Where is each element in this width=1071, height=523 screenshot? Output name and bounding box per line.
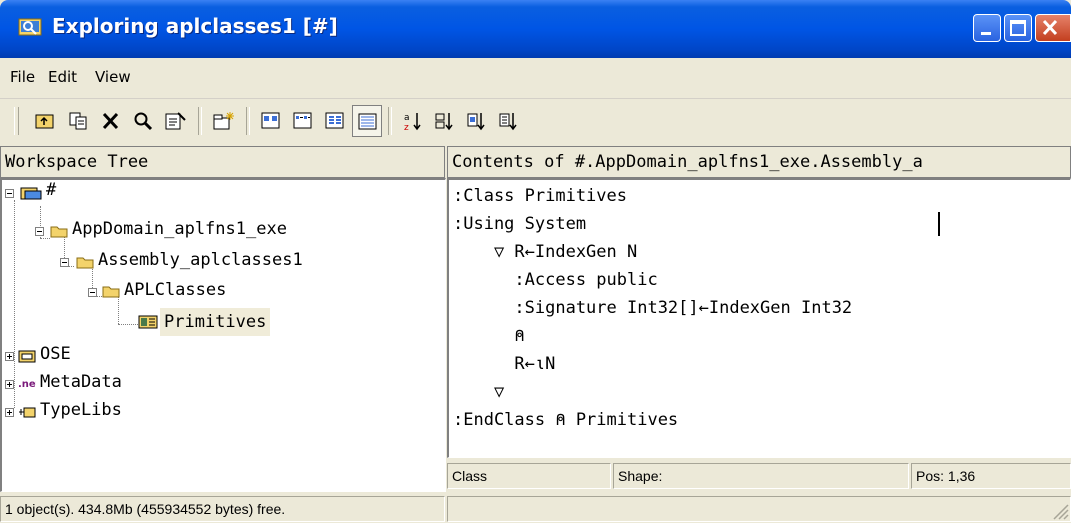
- folder-icon: [76, 257, 94, 269]
- code-line[interactable]: ▽: [453, 378, 504, 406]
- status-panel: [447, 496, 1071, 522]
- tree-node-ose[interactable]: OSE: [40, 340, 71, 368]
- net-icon: .net: [18, 379, 36, 390]
- workspace-tree-header[interactable]: Workspace Tree: [0, 146, 445, 178]
- find-button[interactable]: [128, 105, 158, 137]
- delete-icon: [102, 112, 119, 130]
- tree-connector: [40, 238, 50, 239]
- sort-by-size-icon: [467, 113, 485, 131]
- find-icon: [134, 112, 153, 131]
- toolbar: az: [0, 99, 1071, 145]
- code-line[interactable]: ⍝: [453, 322, 524, 350]
- properties-icon: [165, 112, 186, 130]
- tree-node-root[interactable]: #: [46, 180, 56, 204]
- details-view-icon: [358, 113, 377, 130]
- sort-by-date-button[interactable]: [494, 105, 524, 137]
- properties-button[interactable]: [160, 105, 190, 137]
- tree-collapse-toggle[interactable]: [88, 288, 97, 297]
- ose-icon: [18, 350, 36, 363]
- toolbar-separator: [246, 107, 250, 135]
- code-editor[interactable]: :Class Primitives :Using System ▽ R←Inde…: [447, 178, 1071, 458]
- up-one-level-button[interactable]: [30, 105, 60, 137]
- toolbar-separator: [198, 107, 202, 135]
- resize-grip-icon[interactable]: [1051, 502, 1069, 520]
- code-line[interactable]: :Signature Int32[]←IndexGen Int32: [453, 294, 852, 322]
- status-free-memory: 1 object(s). 434.8Mb (455934552 bytes) f…: [0, 496, 445, 522]
- code-line[interactable]: :Access public: [453, 266, 657, 294]
- minimize-button[interactable]: [973, 14, 1001, 42]
- tree-node-aplclasses[interactable]: APLClasses: [124, 276, 226, 304]
- class-type-field: Class: [447, 463, 611, 489]
- tree-node-appdomain[interactable]: AppDomain_aplfns1_exe: [72, 215, 287, 243]
- class-icon: [138, 315, 158, 329]
- svg-text:.net: .net: [18, 379, 36, 390]
- code-line[interactable]: ▽ R←IndexGen N: [453, 238, 637, 266]
- new-button[interactable]: [208, 105, 238, 137]
- tree-collapse-toggle[interactable]: [60, 258, 69, 267]
- contents-header[interactable]: Contents of #.AppDomain_aplfns1_exe.Asse…: [447, 146, 1071, 178]
- sort-by-size-button[interactable]: [462, 105, 492, 137]
- tree-collapse-toggle[interactable]: [5, 189, 14, 198]
- tree-connector: [118, 296, 119, 324]
- tree-node-typelibs[interactable]: TypeLibs: [40, 396, 122, 424]
- menu-view[interactable]: View: [95, 68, 131, 86]
- explorer-app-icon: [18, 18, 42, 36]
- toolbar-separator: [388, 107, 392, 135]
- menu-bar: File Edit View: [0, 58, 1071, 99]
- code-line[interactable]: R←⍳N: [453, 350, 555, 378]
- window-title: Exploring aplclasses1 [#]: [52, 14, 338, 38]
- typelib-icon: [19, 407, 36, 418]
- workspace-icon: [20, 187, 42, 200]
- tree-node-metadata[interactable]: MetaData: [40, 368, 122, 396]
- close-button[interactable]: [1035, 14, 1071, 42]
- code-line[interactable]: :Class Primitives: [453, 182, 627, 210]
- close-icon: [1042, 19, 1058, 36]
- tree-expand-toggle[interactable]: [5, 352, 14, 361]
- workspace-tree[interactable]: # AppDomain_aplfns1_exe Assembly_aplclas…: [0, 178, 446, 492]
- large-icons-icon: [261, 112, 280, 129]
- tree-expand-toggle[interactable]: [5, 380, 14, 389]
- tree-node-assembly[interactable]: Assembly_aplclasses1: [98, 246, 303, 274]
- menu-edit[interactable]: Edit: [48, 68, 77, 86]
- shape-field: Shape:: [613, 463, 909, 489]
- tree-connector: [14, 200, 15, 408]
- toolbar-grip[interactable]: [14, 107, 19, 135]
- tree-collapse-toggle[interactable]: [35, 227, 44, 236]
- text-cursor: [938, 212, 940, 236]
- details-view-button[interactable]: [352, 105, 382, 137]
- status-bar: 1 object(s). 434.8Mb (455934552 bytes) f…: [0, 494, 1071, 523]
- minimize-icon: [981, 32, 991, 35]
- copy-button[interactable]: [64, 105, 94, 137]
- folder-icon: [102, 286, 120, 298]
- maximize-button[interactable]: [1004, 14, 1032, 42]
- up-one-level-icon: [35, 114, 54, 129]
- sort-by-type-button[interactable]: [430, 105, 460, 137]
- sort-by-type-icon: [435, 113, 453, 131]
- code-line[interactable]: :Using System: [453, 210, 586, 238]
- svg-text:z: z: [404, 123, 409, 133]
- sort-by-date-icon: [499, 113, 517, 131]
- tree-node-primitives[interactable]: Primitives: [160, 308, 271, 336]
- title-bar[interactable]: Exploring aplclasses1 [#]: [0, 0, 1071, 58]
- folder-icon: [50, 226, 68, 238]
- list-view-button[interactable]: [320, 105, 350, 137]
- editor-status-row: Class Shape: Pos: 1,36: [447, 460, 1071, 492]
- tree-connector: [118, 324, 138, 325]
- position-field: Pos: 1,36: [911, 463, 1071, 489]
- tree-expand-toggle[interactable]: [5, 408, 14, 417]
- large-icons-button[interactable]: [256, 105, 286, 137]
- sort-by-name-button[interactable]: az: [398, 105, 428, 137]
- small-icons-button[interactable]: [288, 105, 318, 137]
- menu-file[interactable]: File: [10, 68, 35, 86]
- code-line[interactable]: :EndClass ⍝ Primitives: [453, 406, 678, 434]
- delete-button[interactable]: [96, 105, 126, 137]
- new-icon: [213, 112, 234, 130]
- copy-icon: [69, 112, 87, 130]
- svg-text:a: a: [404, 113, 410, 123]
- list-view-icon: [325, 112, 344, 129]
- small-icons-icon: [293, 112, 312, 129]
- sort-by-name-icon: az: [404, 113, 421, 133]
- maximize-icon: [1010, 20, 1026, 36]
